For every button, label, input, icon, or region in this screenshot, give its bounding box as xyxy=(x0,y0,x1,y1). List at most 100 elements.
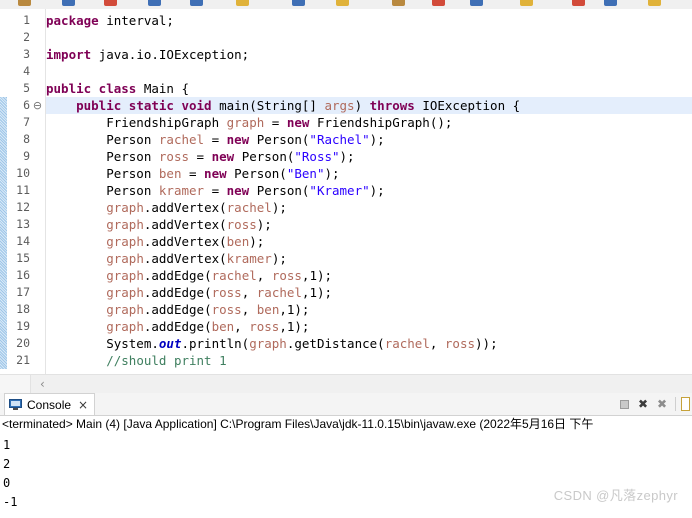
line-number[interactable]: 15 xyxy=(0,250,30,267)
code-line[interactable]: Person kramer = new Person("Kramer"); xyxy=(46,182,692,199)
line-number[interactable]: 9 xyxy=(0,148,30,165)
back-icon[interactable] xyxy=(392,0,405,6)
code-line[interactable]: graph.addVertex(ross); xyxy=(46,216,692,233)
code-line[interactable]: graph.addEdge(ben, ross,1); xyxy=(46,318,692,335)
remove-all-terminated-button[interactable]: ✖ xyxy=(654,396,670,412)
code-line[interactable]: public class Main { xyxy=(46,80,692,97)
fold-collapse-icon[interactable]: ⊖ xyxy=(32,97,43,114)
line-number[interactable]: 19 xyxy=(0,318,30,335)
line-number[interactable]: 16 xyxy=(0,267,30,284)
console-monitor-icon xyxy=(9,399,22,410)
code-line[interactable]: graph.addVertex(rachel); xyxy=(46,199,692,216)
tab-console[interactable]: Console × xyxy=(4,393,96,415)
code-line[interactable]: System.out.println(graph.getDistance(rac… xyxy=(46,335,692,352)
console-toolbar[interactable]: ✖ ✖ xyxy=(616,393,692,415)
code-token-var: rachel xyxy=(256,285,302,300)
console-view[interactable]: Console × ✖ ✖ <terminated> Main (4) [Jav… xyxy=(0,393,692,518)
open-type-icon[interactable] xyxy=(148,0,161,6)
run-icon[interactable] xyxy=(62,0,75,6)
code-line[interactable]: Person rachel = new Person("Rachel"); xyxy=(46,131,692,148)
line-number[interactable]: 11 xyxy=(0,182,30,199)
code-line[interactable]: Person ross = new Person("Ross"); xyxy=(46,148,692,165)
code-token-var: ben xyxy=(226,234,250,249)
code-token-plain: ); xyxy=(249,234,265,249)
code-token-var: rachel xyxy=(211,268,257,283)
console-tab-bar[interactable]: Console × ✖ ✖ xyxy=(0,393,692,416)
line-number[interactable]: 21 xyxy=(0,352,30,369)
code-line[interactable] xyxy=(46,63,692,80)
scroll-left-arrow-icon[interactable]: ‹ xyxy=(40,375,45,394)
code-line[interactable]: package interval; xyxy=(46,12,692,29)
code-token-plain: ,1); xyxy=(279,302,310,317)
close-icon[interactable]: × xyxy=(78,399,88,411)
search-icon[interactable] xyxy=(190,0,203,6)
line-number[interactable]: 17 xyxy=(0,284,30,301)
folder4-icon[interactable] xyxy=(648,0,661,6)
link-icon[interactable] xyxy=(604,0,617,6)
terminate-button[interactable] xyxy=(616,396,632,412)
code-line[interactable]: graph.addEdge(ross, ben,1); xyxy=(46,301,692,318)
forward-icon[interactable] xyxy=(432,0,445,6)
line-number[interactable]: 8 xyxy=(0,131,30,148)
code-line[interactable]: graph.addVertex(ben); xyxy=(46,233,692,250)
code-token-var: ross xyxy=(211,285,242,300)
code-area[interactable]: package interval; import java.io.IOExcept… xyxy=(46,9,692,374)
perspective-icon[interactable] xyxy=(572,0,585,6)
code-line[interactable]: graph.addEdge(rachel, ross,1); xyxy=(46,267,692,284)
folder-icon[interactable] xyxy=(236,0,249,6)
save-icon[interactable] xyxy=(18,0,31,6)
line-number[interactable]: 10 xyxy=(0,165,30,182)
code-token-kw: new xyxy=(204,166,235,181)
code-token-kw: package xyxy=(46,13,107,28)
code-token-plain: , xyxy=(234,319,250,334)
code-token-str: "Ross" xyxy=(294,149,340,164)
code-line[interactable]: graph.addVertex(kramer); xyxy=(46,250,692,267)
folder2-icon[interactable] xyxy=(336,0,349,6)
code-line[interactable]: graph.addEdge(ross, rachel,1); xyxy=(46,284,692,301)
console-output-line: 1 xyxy=(3,438,11,452)
code-line[interactable]: FriendshipGraph graph = new FriendshipGr… xyxy=(46,114,692,131)
editor-horizontal-scrollbar[interactable]: ‹ xyxy=(0,374,692,395)
line-number[interactable]: 7 xyxy=(0,114,30,131)
line-number[interactable]: 3 xyxy=(0,46,30,63)
code-line[interactable]: public static void main(String[] args) t… xyxy=(46,97,692,114)
line-number[interactable]: 18 xyxy=(0,301,30,318)
debug-icon[interactable] xyxy=(104,0,117,6)
line-number[interactable]: 5 xyxy=(0,80,30,97)
code-token-kw: throws xyxy=(369,98,423,113)
code-line[interactable]: Person ben = new Person("Ben"); xyxy=(46,165,692,182)
code-token-plain: Person xyxy=(46,183,159,198)
code-token-var: rachel xyxy=(158,132,205,147)
code-line[interactable]: import java.io.IOException; xyxy=(46,46,692,63)
new-icon[interactable] xyxy=(470,0,483,6)
line-number[interactable]: 13 xyxy=(0,216,30,233)
line-number[interactable]: 12 xyxy=(0,199,30,216)
console-output[interactable]: 1 2 0 -1 xyxy=(0,434,692,518)
line-number[interactable]: 20 xyxy=(0,335,30,352)
folder3-icon[interactable] xyxy=(520,0,533,6)
line-number[interactable]: 1 xyxy=(0,12,30,29)
code-line[interactable] xyxy=(46,29,692,46)
code-editor[interactable]: 1 2 3 4 5 6 ⊖ 7 8 9 10 11 12 13 14 15 16 17 18 19 20 21 packa… xyxy=(0,9,692,374)
code-line[interactable]: //should print 1 xyxy=(46,352,692,369)
line-number[interactable]: 14 xyxy=(0,233,30,250)
view-menu-icon[interactable] xyxy=(681,397,690,411)
line-number[interactable]: 6 xyxy=(0,97,30,114)
line-number[interactable]: 4 xyxy=(0,63,30,80)
code-token-plain: Person xyxy=(46,149,159,164)
scrollbar-corner xyxy=(0,375,31,394)
code-token-var: graph xyxy=(106,234,144,249)
code-token-plain: , xyxy=(241,302,257,317)
next-annotation-icon[interactable] xyxy=(292,0,305,6)
remove-launch-button[interactable]: ✖ xyxy=(635,396,651,412)
line-number-gutter[interactable]: 1 2 3 4 5 6 ⊖ 7 8 9 10 11 12 13 14 15 16 17 18 19 20 21 xyxy=(7,9,46,374)
code-token-var: ross xyxy=(249,319,280,334)
code-token-plain: Person( xyxy=(241,149,295,164)
line-number[interactable]: 2 xyxy=(0,29,30,46)
